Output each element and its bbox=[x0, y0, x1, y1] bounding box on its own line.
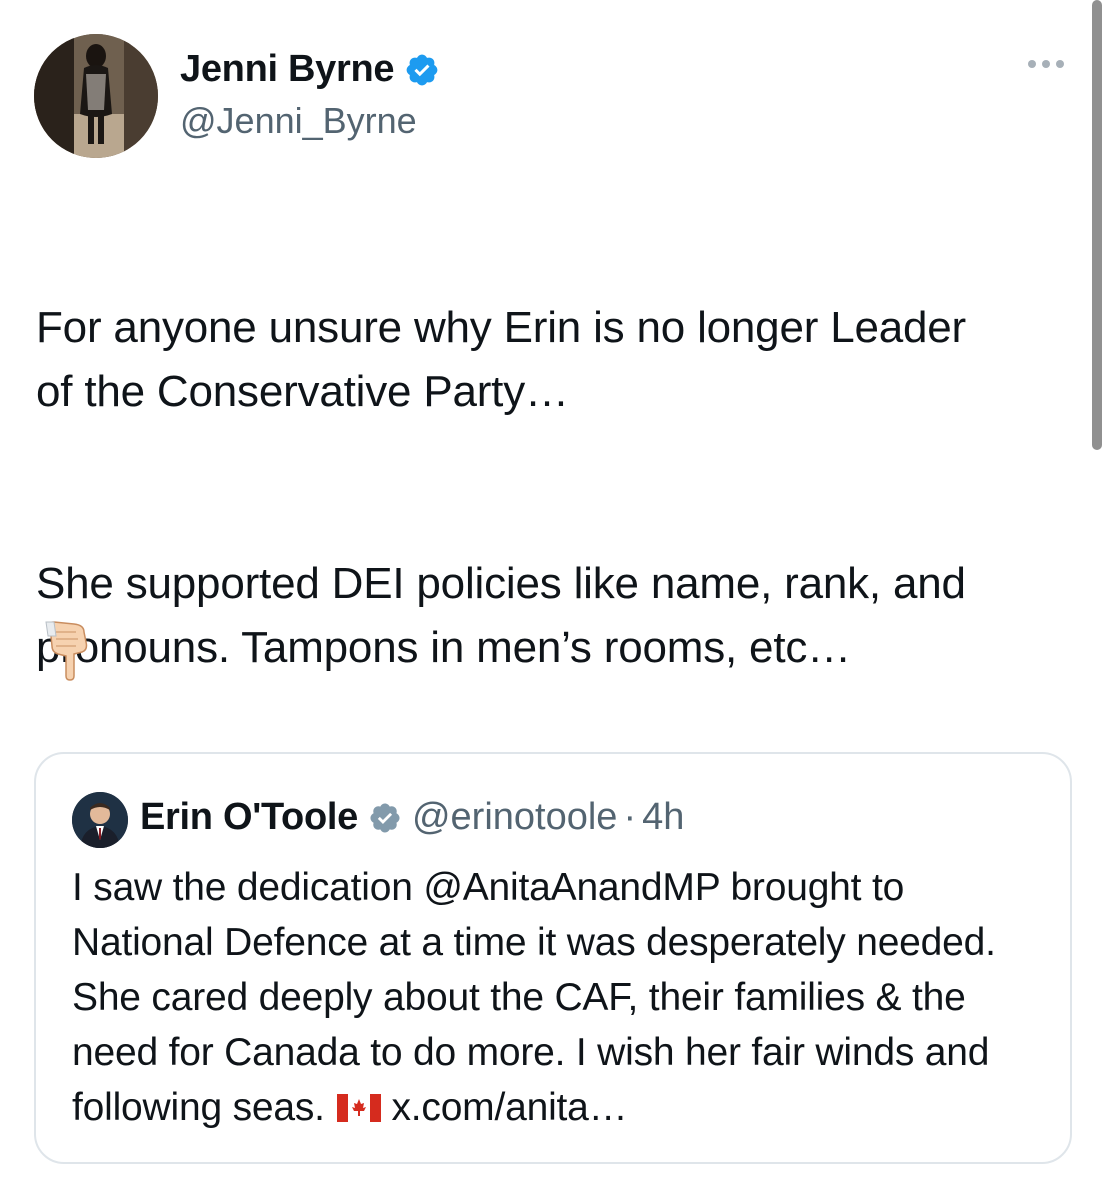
author-handle[interactable]: @Jenni_Byrne bbox=[180, 100, 417, 142]
quoted-tweet-body: I saw the dedication @AnitaAnandMP broug… bbox=[72, 860, 1052, 1135]
tweet-page: Jenni Byrne @Jenni_Byrne For anyone unsu… bbox=[0, 0, 1108, 1200]
tweet-paragraph: For anyone unsure why Erin is no longer … bbox=[36, 303, 967, 416]
author-avatar-photo bbox=[34, 34, 158, 158]
quoted-tweet-timestamp[interactable]: 4h bbox=[642, 796, 684, 839]
canada-flag-icon bbox=[337, 1094, 382, 1122]
more-options-button[interactable] bbox=[1028, 60, 1064, 68]
author-display-name[interactable]: Jenni Byrne bbox=[180, 48, 395, 91]
tweet-paragraph: She supported DEI policies like name, ra… bbox=[36, 559, 966, 672]
quoted-tweet-card[interactable]: Erin O'Toole @erinotoole · 4h I saw the … bbox=[34, 752, 1072, 1164]
quoted-tweet-link[interactable]: x.com/anita… bbox=[391, 1086, 627, 1129]
quoted-author-handle[interactable]: @erinotoole bbox=[412, 796, 617, 839]
author-display-name-row[interactable]: Jenni Byrne bbox=[180, 48, 440, 91]
more-dot-icon bbox=[1042, 60, 1050, 68]
quoted-tweet-header: Erin O'Toole @erinotoole · 4h bbox=[140, 796, 684, 839]
quoted-author-display-name[interactable]: Erin O'Toole bbox=[140, 796, 358, 839]
scrollbar[interactable] bbox=[1092, 0, 1102, 450]
more-dot-icon bbox=[1028, 60, 1036, 68]
tweet-body: For anyone unsure why Erin is no longer … bbox=[36, 232, 1066, 744]
verified-badge-icon bbox=[370, 802, 400, 833]
more-dot-icon bbox=[1056, 60, 1064, 68]
quoted-author-avatar-photo bbox=[72, 792, 128, 848]
quoted-author-avatar[interactable] bbox=[72, 792, 128, 848]
author-avatar[interactable] bbox=[34, 34, 158, 158]
backhand-index-pointing-down-icon bbox=[45, 621, 88, 681]
separator-dot: · bbox=[623, 796, 637, 838]
verified-badge-icon bbox=[406, 54, 438, 85]
